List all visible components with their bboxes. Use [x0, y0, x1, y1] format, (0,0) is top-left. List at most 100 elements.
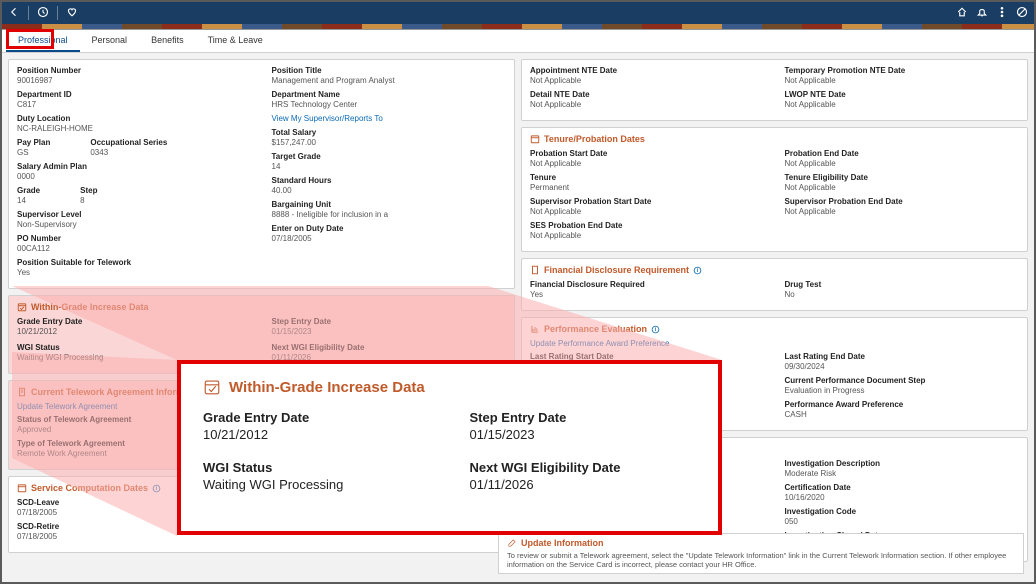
- ten-tenure-label: Tenure: [530, 173, 765, 182]
- perf-lre-label: Last Rating End Date: [785, 352, 1020, 361]
- perf-cpds: Evaluation in Progress: [785, 386, 1020, 395]
- back-icon[interactable]: [8, 6, 20, 20]
- zoom-next: 01/11/2026: [470, 477, 697, 492]
- wgi-ged: 10/21/2012: [17, 327, 252, 336]
- position-number-label: Position Number: [17, 66, 252, 75]
- sec-cert: 10/16/2020: [785, 493, 1020, 502]
- zoom-sed: 01/15/2023: [470, 427, 697, 442]
- target-grade: 14: [272, 162, 507, 171]
- ten-spe-label: Supervisor Probation End Date: [785, 197, 1020, 206]
- fin-drug-label: Drug Test: [785, 280, 1020, 289]
- wgi-zoom-header: Within-Grade Increase Data: [203, 378, 696, 396]
- tab-time-leave[interactable]: Time & Leave: [196, 30, 275, 52]
- salary-admin-label: Salary Admin Plan: [17, 162, 252, 171]
- heart-icon[interactable]: [66, 6, 78, 20]
- perf-lre: 09/30/2024: [785, 362, 1020, 371]
- wgi-sed: 01/15/2023: [272, 327, 507, 336]
- more-icon[interactable]: [996, 6, 1008, 20]
- appt-nte-label: Appointment NTE Date: [530, 66, 765, 75]
- duty-loc: NC-RALEIGH-HOME: [17, 124, 252, 133]
- ten-ses-label: SES Probation End Date: [530, 221, 765, 230]
- stop-icon[interactable]: [1016, 6, 1028, 20]
- tab-benefits[interactable]: Benefits: [139, 30, 196, 52]
- tenure-header: Tenure/Probation Dates: [530, 134, 1019, 144]
- tab-personal[interactable]: Personal: [80, 30, 140, 52]
- fin-drug: No: [785, 290, 1020, 299]
- calendar-icon: [530, 134, 540, 144]
- info-icon[interactable]: i: [152, 484, 161, 493]
- position-number: 90016987: [17, 76, 252, 85]
- po-label: PO Number: [17, 234, 252, 243]
- view-supervisor-link[interactable]: View My Supervisor/Reports To: [272, 114, 507, 123]
- appt-lwop: Not Applicable: [785, 100, 1020, 109]
- total-sal-label: Total Salary: [272, 128, 507, 137]
- step-label: Step: [80, 186, 97, 195]
- wgi-sed-label: Step Entry Date: [272, 317, 507, 326]
- dept-name: HRS Technology Center: [272, 100, 507, 109]
- tab-professional[interactable]: Professional: [6, 30, 80, 52]
- salary-admin: 0000: [17, 172, 252, 181]
- sec-invd: Moderate Risk: [785, 469, 1020, 478]
- occ-series-label: Occupational Series: [90, 138, 167, 147]
- grade: 14: [17, 196, 40, 205]
- perf-cpds-label: Current Performance Document Step: [785, 376, 1020, 385]
- bell-icon[interactable]: [976, 6, 988, 20]
- pay-plan-label: Pay Plan: [17, 138, 50, 147]
- ten-elig-label: Tenure Eligibility Date: [785, 173, 1020, 182]
- chart-icon: [530, 324, 540, 334]
- dept-name-label: Department Name: [272, 90, 507, 99]
- footer-header: Update Information: [507, 538, 1015, 548]
- eod: 07/18/2005: [272, 234, 507, 243]
- appt-temp-label: Temporary Promotion NTE Date: [785, 66, 1020, 75]
- info-icon[interactable]: i: [693, 266, 702, 275]
- calendar-icon: [17, 483, 27, 493]
- sup-level-label: Supervisor Level: [17, 210, 252, 219]
- perf-pap: CASH: [785, 410, 1020, 419]
- pay-plan: GS: [17, 148, 50, 157]
- zoom-ged-label: Grade Entry Date: [203, 410, 430, 425]
- grade-label: Grade: [17, 186, 40, 195]
- wgi-status-label: WGI Status: [17, 343, 252, 352]
- ten-sps-label: Supervisor Probation Start Date: [530, 197, 765, 206]
- pos-title: Management and Program Analyst: [272, 76, 507, 85]
- position-details-card: Position Number90016987 Department IDC81…: [8, 59, 515, 289]
- perf-update-link[interactable]: Update Performance Award Preference: [530, 339, 1019, 348]
- history-icon[interactable]: [37, 6, 49, 20]
- step: 8: [80, 196, 97, 205]
- tenure-card: Tenure/Probation Dates Probation Start D…: [521, 127, 1028, 252]
- wgi-next-label: Next WGI Eligibility Date: [272, 343, 507, 352]
- document-icon: [530, 265, 540, 275]
- pos-title-label: Position Title: [272, 66, 507, 75]
- zoom-next-label: Next WGI Eligibility Date: [470, 460, 697, 475]
- footer-text: To review or submit a Telework agreement…: [507, 551, 1015, 569]
- sec-cert-label: Certification Date: [785, 483, 1020, 492]
- sec-invd-label: Investigation Description: [785, 459, 1020, 468]
- tab-bar: Professional Personal Benefits Time & Le…: [2, 30, 1034, 53]
- zoom-sed-label: Step Entry Date: [470, 410, 697, 425]
- ten-pend: Not Applicable: [785, 159, 1020, 168]
- target-grade-label: Target Grade: [272, 152, 507, 161]
- info-icon[interactable]: i: [651, 325, 660, 334]
- appt-detail-label: Detail NTE Date: [530, 90, 765, 99]
- ten-pstart: Not Applicable: [530, 159, 765, 168]
- ten-sps: Not Applicable: [530, 207, 765, 216]
- fin-header: Financial Disclosure Requirement i: [530, 265, 1019, 275]
- fin-card: Financial Disclosure Requirement i Finan…: [521, 258, 1028, 311]
- sec-invc-label: Investigation Code: [785, 507, 1020, 516]
- occ-series: 0343: [90, 148, 167, 157]
- zoom-ged: 10/21/2012: [203, 427, 430, 442]
- zoom-status: Waiting WGI Processing: [203, 477, 430, 492]
- dept-id-label: Department ID: [17, 90, 252, 99]
- footer-card: Update Information To review or submit a…: [498, 533, 1024, 574]
- sup-level: Non-Supervisory: [17, 220, 252, 229]
- appt-card: Appointment NTE Date Not Applicable Detai…: [521, 59, 1028, 121]
- wgi-ged-label: Grade Entry Date: [17, 317, 252, 326]
- home-icon[interactable]: [956, 6, 968, 20]
- ten-ses: Not Applicable: [530, 231, 765, 240]
- duty-loc-label: Duty Location: [17, 114, 252, 123]
- calendar-check-icon: [17, 302, 27, 312]
- suitable-label: Position Suitable for Telework: [17, 258, 252, 267]
- eod-label: Enter on Duty Date: [272, 224, 507, 233]
- wgi-header: Within-Grade Increase Data: [17, 302, 506, 312]
- appt-temp: Not Applicable: [785, 76, 1020, 85]
